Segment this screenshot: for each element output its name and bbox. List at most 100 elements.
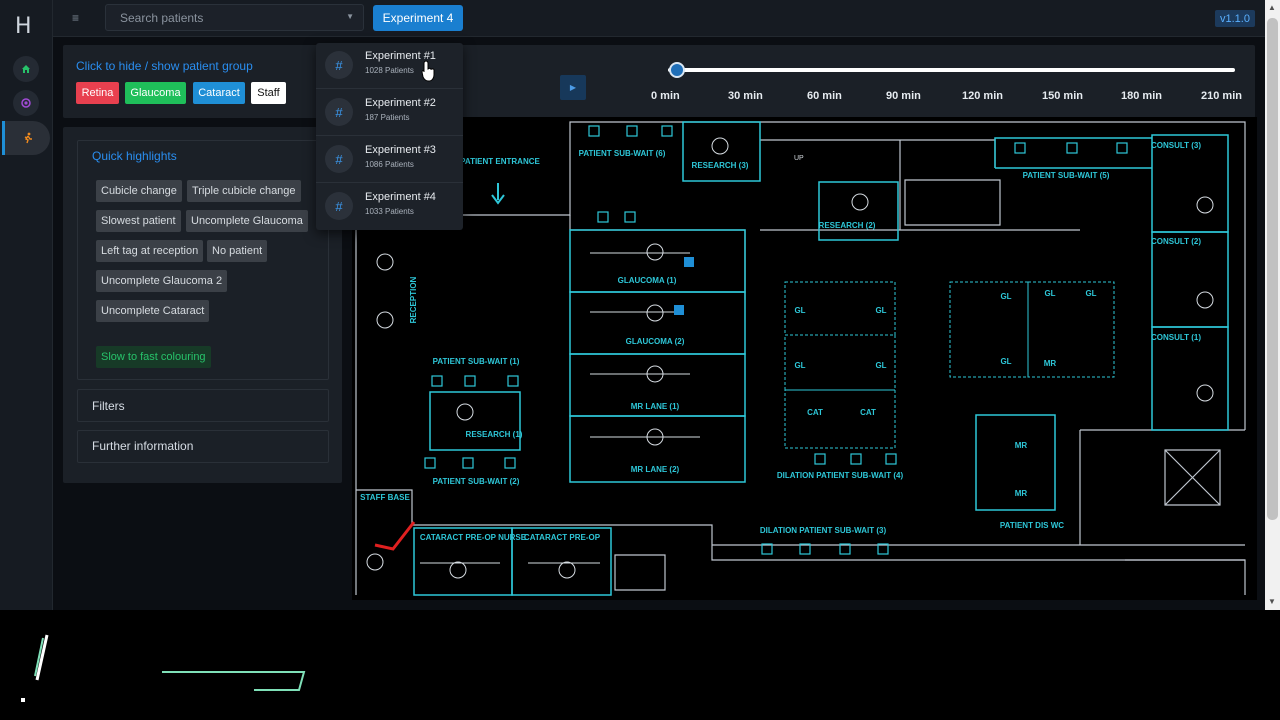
page-scrollbar[interactable]: ▲ ▼ [1265,0,1280,610]
home-nav-button[interactable] [13,56,39,82]
map-label: GL [1044,289,1055,298]
map-label: CONSULT (2) [1151,237,1201,246]
experiment-select-button[interactable]: Experiment 4 [373,5,463,31]
layers-nav-button[interactable] [13,90,39,116]
toggle-patient-group-link[interactable]: Click to hide / show patient group [76,59,253,73]
tick-label: 180 min [1121,90,1162,102]
play-button[interactable]: ▶ [560,75,586,100]
experiment-dropdown-menu: # Experiment #1 1028 Patients # Experime… [316,43,463,230]
room-outlines [413,121,1229,596]
highlight-button[interactable]: No patient [207,240,268,262]
map-label: CAT [807,408,823,417]
patient-marker[interactable] [674,305,684,315]
experiment-patient-count: 1028 Patients [365,66,414,75]
chip-staff[interactable]: Staff [251,82,286,104]
slow-to-fast-colouring-toggle[interactable]: Slow to fast colouring [96,346,211,368]
entrance-arrow-icon [491,183,505,205]
highlight-button[interactable]: Triple cubicle change [187,180,301,202]
map-label: RESEARCH (2) [819,221,876,230]
highlight-button[interactable]: Slowest patient [96,210,181,232]
experiment-option[interactable]: # Experiment #3 1086 Patients [316,137,463,183]
timeline-slider-handle[interactable] [669,62,685,78]
experiment-option[interactable]: # Experiment #4 1033 Patients [316,184,463,230]
tick-label: 60 min [807,90,842,102]
map-label: CONSULT (3) [1151,141,1201,150]
chip-glaucoma[interactable]: Glaucoma [125,82,186,104]
search-placeholder: Search patients [120,11,204,25]
search-patients-select[interactable]: Search patients ▼ [105,4,364,31]
hand-cursor-icon [421,60,435,82]
map-label: GL [1000,357,1011,366]
map-label: GLAUCOMA (1) [618,276,677,285]
app-logo: H [15,14,32,39]
highlight-button[interactable]: Cubicle change [96,180,182,202]
highlight-button[interactable]: Uncomplete Cataract [96,300,210,322]
scroll-down-arrow-icon[interactable]: ▼ [1268,597,1276,606]
play-icon: ▶ [569,83,577,92]
map-label: MR [1015,489,1028,498]
experiment-option[interactable]: # Experiment #1 1028 Patients [316,43,463,89]
map-label: RESEARCH (3) [692,161,749,170]
home-icon [22,65,30,73]
patient-path-trail [374,521,416,551]
tick-label: 150 min [1042,90,1083,102]
decor-dot [21,698,25,702]
zone-outlines [784,281,1115,449]
stairs-up-label: UP [794,155,804,162]
experiment-option[interactable]: # Experiment #2 187 Patients [316,90,463,136]
hamburger-menu-icon[interactable]: ≡ [72,11,79,25]
map-label: MR LANE (1) [631,402,680,411]
map-label: MR [1015,441,1028,450]
highlight-button[interactable]: Left tag at reception [96,240,204,262]
filters-title[interactable]: Filters [92,399,125,413]
hash-icon: # [325,192,353,220]
experiment-name: Experiment #2 [365,97,436,109]
highlight-button[interactable]: Uncomplete Glaucoma [186,210,308,232]
chip-cataract[interactable]: Cataract [193,82,245,104]
map-label: CATARACT PRE-OP [524,533,601,542]
further-information-title[interactable]: Further information [92,439,193,453]
walking-person-icon [24,132,32,144]
chevron-down-icon: ▼ [346,12,354,21]
scroll-up-arrow-icon[interactable]: ▲ [1268,3,1276,12]
experiment-name: Experiment #3 [365,144,436,156]
patient-marker[interactable] [684,257,694,267]
version-badge: v1.1.0 [1215,10,1255,27]
sidebar: H [0,0,53,610]
experiment-name: Experiment #4 [365,191,436,203]
map-label: CAT [860,408,876,417]
decor-line [162,671,306,691]
map-label: MR [1044,359,1057,368]
clinic-floor-plan-map[interactable]: PATIENT ENTRANCE PATIENT SUB-WAIT (6) RE… [352,117,1257,600]
tick-label: 0 min [651,90,680,102]
hash-icon: # [325,145,353,173]
highlight-button[interactable]: Uncomplete Glaucoma 2 [96,270,228,292]
map-label: PATIENT SUB-WAIT (2) [433,477,520,486]
map-label: DILATION PATIENT SUB-WAIT (4) [777,471,904,480]
map-label: GL [875,361,886,370]
map-label: STAFF BASE [360,493,410,502]
experiment-patient-count: 1033 Patients [365,207,414,216]
map-label: GL [1000,292,1011,301]
map-label: PATIENT SUB-WAIT (5) [1023,171,1110,180]
map-label: GL [875,306,886,315]
chip-retina[interactable]: Retina [76,82,119,104]
map-label: PATIENT DIS WC [1000,521,1064,530]
timeline-slider-track[interactable] [668,68,1235,72]
map-label: PATIENT ENTRANCE [460,157,540,166]
tick-label: 210 min [1201,90,1242,102]
map-label: GL [794,306,805,315]
patients-nav-button[interactable] [2,121,50,155]
map-label: CONSULT (1) [1151,333,1201,342]
map-label: CATARACT PRE-OP NURSE [420,533,527,542]
target-icon [21,98,31,108]
footer-decoration [0,610,1280,720]
map-label: MR LANE (2) [631,465,680,474]
scrollbar-thumb[interactable] [1267,18,1278,520]
hash-icon: # [325,98,353,126]
map-label: RECEPTION [409,276,418,323]
map-label: DILATION PATIENT SUB-WAIT (3) [760,526,887,535]
quick-highlights-title[interactable]: Quick highlights [92,149,177,163]
map-label: RESEARCH (1) [466,430,523,439]
map-label: GL [794,361,805,370]
